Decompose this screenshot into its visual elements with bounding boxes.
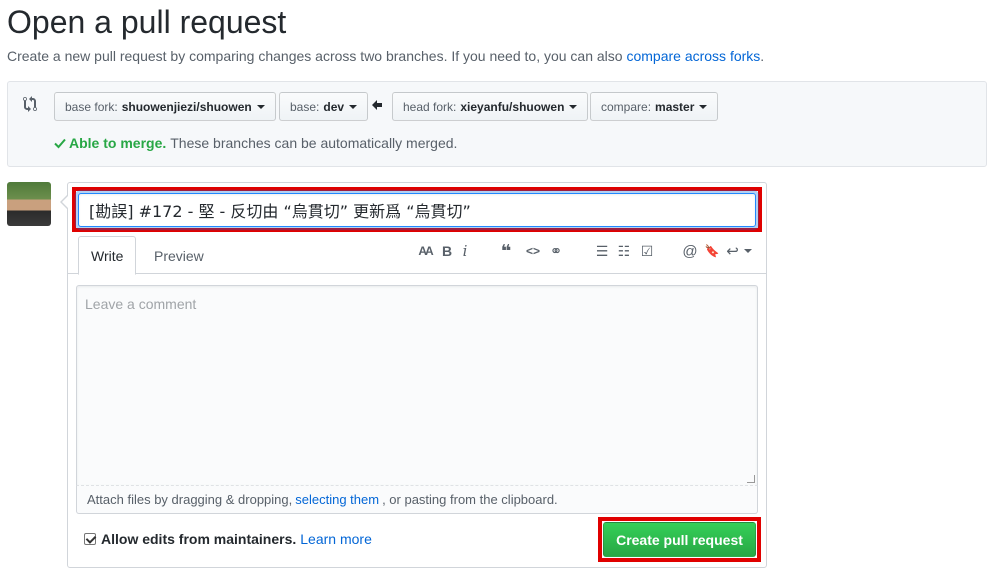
- base-fork-select[interactable]: base fork: shuowenjiezi/shuowen: [54, 92, 276, 121]
- merge-status-text: These branches can be automatically merg…: [170, 135, 458, 151]
- chevron-down-icon: [349, 104, 358, 109]
- avatar[interactable]: [7, 182, 51, 226]
- git-compare-icon: [23, 96, 37, 112]
- page-title: Open a pull request: [7, 4, 287, 40]
- chevron-down-icon: [569, 104, 578, 109]
- bookmark-icon[interactable]: 🔖: [705, 242, 720, 260]
- quote-icon[interactable]: ❝: [498, 241, 514, 261]
- learn-more-link[interactable]: Learn more: [300, 531, 372, 547]
- comment-textarea[interactable]: Leave a comment: [76, 285, 758, 485]
- task-list-icon[interactable]: ☑: [638, 242, 656, 260]
- compare-across-forks-link[interactable]: compare across forks: [626, 48, 760, 64]
- chevron-down-icon: [743, 249, 752, 253]
- reply-arrow: ↩: [726, 243, 739, 260]
- code-icon[interactable]: <>: [525, 242, 541, 260]
- selecting-them-link[interactable]: selecting them: [295, 492, 379, 507]
- compare-value: master: [655, 99, 695, 114]
- link-icon[interactable]: ⚭: [547, 242, 565, 260]
- merge-ok-label: Able to merge.: [69, 135, 167, 151]
- attach-suffix: , or pasting from the clipboard.: [382, 492, 558, 507]
- attach-prefix: Attach files by dragging & dropping,: [87, 492, 293, 507]
- reply-icon[interactable]: ↩: [726, 242, 752, 260]
- resize-handle-icon[interactable]: [747, 475, 755, 483]
- base-fork-value: shuowenjiezi/shuowen: [121, 99, 252, 114]
- allow-edits-label: Allow edits from maintainers.: [101, 531, 297, 547]
- italic-icon[interactable]: i: [460, 242, 470, 260]
- allow-edits-checkbox[interactable]: [84, 533, 96, 545]
- head-fork-select[interactable]: head fork: xieyanfu/shuowen: [392, 92, 589, 121]
- comment-placeholder: Leave a comment: [85, 296, 197, 312]
- base-branch-select[interactable]: base: dev: [279, 92, 369, 121]
- ordered-list-icon[interactable]: ☷: [616, 242, 632, 260]
- tab-preview[interactable]: Preview: [142, 236, 216, 275]
- base-label: base:: [290, 99, 320, 114]
- branch-range-editor: base fork: shuowenjiezi/shuowen base: de…: [7, 81, 987, 167]
- head-fork-value: xieyanfu/shuowen: [460, 99, 565, 114]
- merge-status: Able to merge. These branches can be aut…: [54, 135, 457, 151]
- chevron-down-icon: [256, 104, 265, 109]
- mention-icon[interactable]: @: [682, 242, 698, 260]
- bold-icon[interactable]: B: [441, 242, 453, 260]
- chevron-down-icon: [699, 104, 708, 109]
- allow-edits-row: Allow edits from maintainers. Learn more: [84, 531, 372, 547]
- header-text-icon[interactable]: AA: [415, 242, 435, 260]
- base-value: dev: [323, 99, 345, 114]
- page-subtitle: Create a new pull request by comparing c…: [7, 48, 764, 64]
- base-fork-label: base fork:: [65, 99, 118, 114]
- head-fork-label: head fork:: [403, 99, 457, 114]
- file-attach-bar[interactable]: Attach files by dragging & dropping, sel…: [76, 485, 758, 514]
- create-pull-request-button[interactable]: Create pull request: [603, 522, 756, 557]
- compare-label: compare:: [601, 99, 652, 114]
- pr-title-input[interactable]: [78, 193, 756, 227]
- unordered-list-icon[interactable]: ☰: [594, 242, 610, 260]
- compare-branch-select[interactable]: compare: master: [590, 92, 719, 121]
- arrow-left-icon: [372, 100, 382, 110]
- subtitle-end: .: [760, 48, 765, 64]
- tab-write[interactable]: Write: [78, 236, 137, 275]
- subtitle-text: Create a new pull request by comparing c…: [7, 48, 623, 64]
- check-icon: [54, 138, 66, 149]
